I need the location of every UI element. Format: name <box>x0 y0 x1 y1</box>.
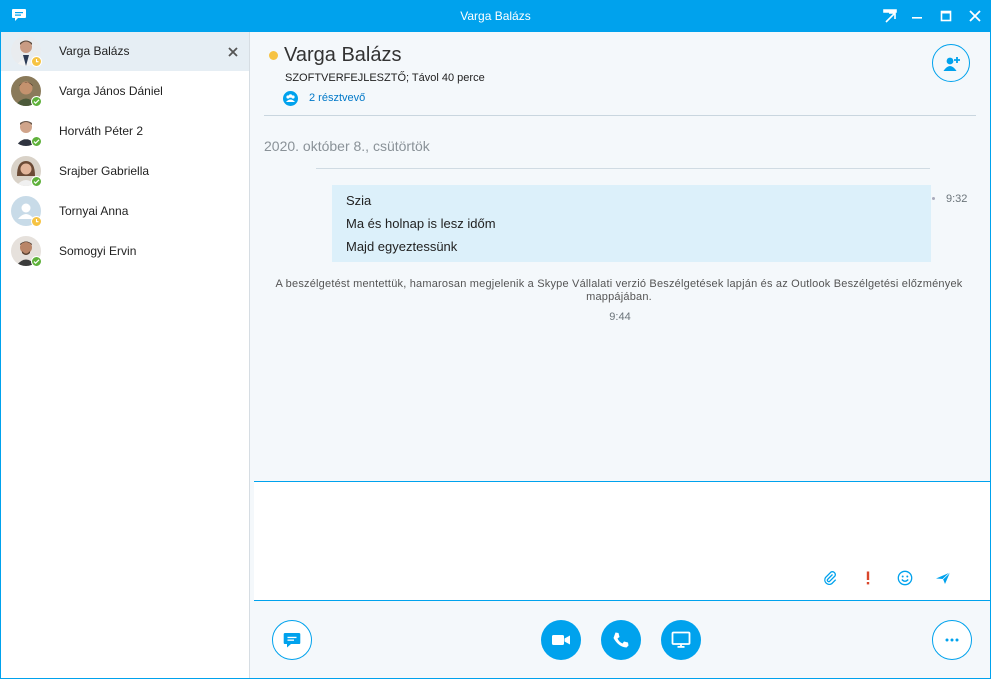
system-note-timestamp: 9:44 <box>609 311 631 323</box>
add-participant-button[interactable] <box>932 44 970 82</box>
conversation-list: Varga Balázs Varga János Dániel Horváth … <box>1 32 250 678</box>
contact-item[interactable]: Varga Balázs <box>1 32 249 71</box>
maximize-icon <box>940 10 952 22</box>
presence-available-icon <box>31 256 42 267</box>
video-call-button[interactable] <box>541 620 581 660</box>
presence-available-icon <box>31 96 42 107</box>
attach-button[interactable] <box>820 568 840 588</box>
smiley-icon <box>897 570 913 586</box>
contact-name: Tornyai Anna <box>59 204 129 218</box>
send-icon <box>936 572 951 584</box>
video-icon <box>552 635 570 645</box>
date-separator: 2020. október 8., csütörtök <box>264 138 430 154</box>
minimize-button[interactable] <box>902 0 932 32</box>
presence-available-icon <box>31 176 42 187</box>
phone-icon <box>613 632 629 648</box>
im-button[interactable] <box>272 620 312 660</box>
minimize-icon <box>912 17 922 19</box>
contact-name: Somogyi Ervin <box>59 244 137 258</box>
popout-icon <box>883 9 897 23</box>
contact-name: Srajber Gabriella <box>59 164 150 178</box>
message-line: Ma és holnap is lesz időm <box>346 216 496 231</box>
maximize-button[interactable] <box>931 0 961 32</box>
message-line: Majd egyeztessünk <box>346 239 458 254</box>
system-note: A beszélgetést mentettük, hamarosan megj… <box>275 278 963 303</box>
present-screen-button[interactable] <box>661 620 701 660</box>
audio-call-button[interactable] <box>601 620 641 660</box>
conversation-subtitle: SZOFTVERFEJLESZTŐ; Távol 40 perce <box>285 72 485 84</box>
mark-important-button[interactable] <box>858 568 878 588</box>
message-dot <box>932 197 935 200</box>
conversation-pane: Varga Balázs SZOFTVERFEJLESZTŐ; Távol 40… <box>250 32 990 678</box>
more-options-button[interactable] <box>932 620 972 660</box>
paperclip-icon <box>824 571 837 585</box>
presence-away-icon <box>269 51 278 60</box>
message-bubble: Szia Ma és holnap is lesz időm Majd egye… <box>332 185 931 262</box>
window-title: Varga Balázs <box>460 9 531 23</box>
contact-item[interactable]: Varga János Dániel <box>1 72 249 111</box>
emoticon-button[interactable] <box>895 568 915 588</box>
contact-name: Horváth Péter 2 <box>59 124 144 138</box>
more-icon <box>945 638 959 642</box>
contact-item[interactable]: Tornyai Anna <box>1 192 249 231</box>
conversation-title: Varga Balázs <box>284 44 402 66</box>
close-icon <box>969 10 981 22</box>
close-button[interactable] <box>960 0 990 32</box>
chat-icon <box>283 633 301 648</box>
title-bar: Varga Balázs <box>0 0 991 32</box>
presence-away-icon <box>31 56 42 67</box>
participants-icon <box>283 91 298 106</box>
contact-name: Varga János Dániel <box>59 84 163 98</box>
date-divider <box>316 168 930 169</box>
window-body: Varga Balázs Varga János Dániel Horváth … <box>0 32 991 679</box>
exclamation-icon <box>866 571 870 585</box>
popout-button[interactable] <box>875 0 905 32</box>
message-timestamp: 9:32 <box>946 193 968 205</box>
contact-item[interactable]: Horváth Péter 2 <box>1 112 249 151</box>
header-divider <box>264 115 976 116</box>
presence-away-icon <box>31 216 42 227</box>
contact-item[interactable]: Srajber Gabriella <box>1 152 249 191</box>
compose-area <box>254 481 990 601</box>
contact-item[interactable]: Somogyi Ervin <box>1 232 249 271</box>
message-input[interactable] <box>264 490 978 566</box>
close-icon <box>228 47 238 57</box>
screen-share-icon <box>671 631 691 648</box>
close-conversation-button[interactable] <box>226 45 240 59</box>
add-person-icon <box>943 57 960 71</box>
send-button[interactable] <box>933 568 953 588</box>
participants-count: 2 résztvevő <box>309 92 366 104</box>
message-line: Szia <box>346 193 372 208</box>
contact-name: Varga Balázs <box>59 44 130 58</box>
presence-available-icon <box>31 136 42 147</box>
